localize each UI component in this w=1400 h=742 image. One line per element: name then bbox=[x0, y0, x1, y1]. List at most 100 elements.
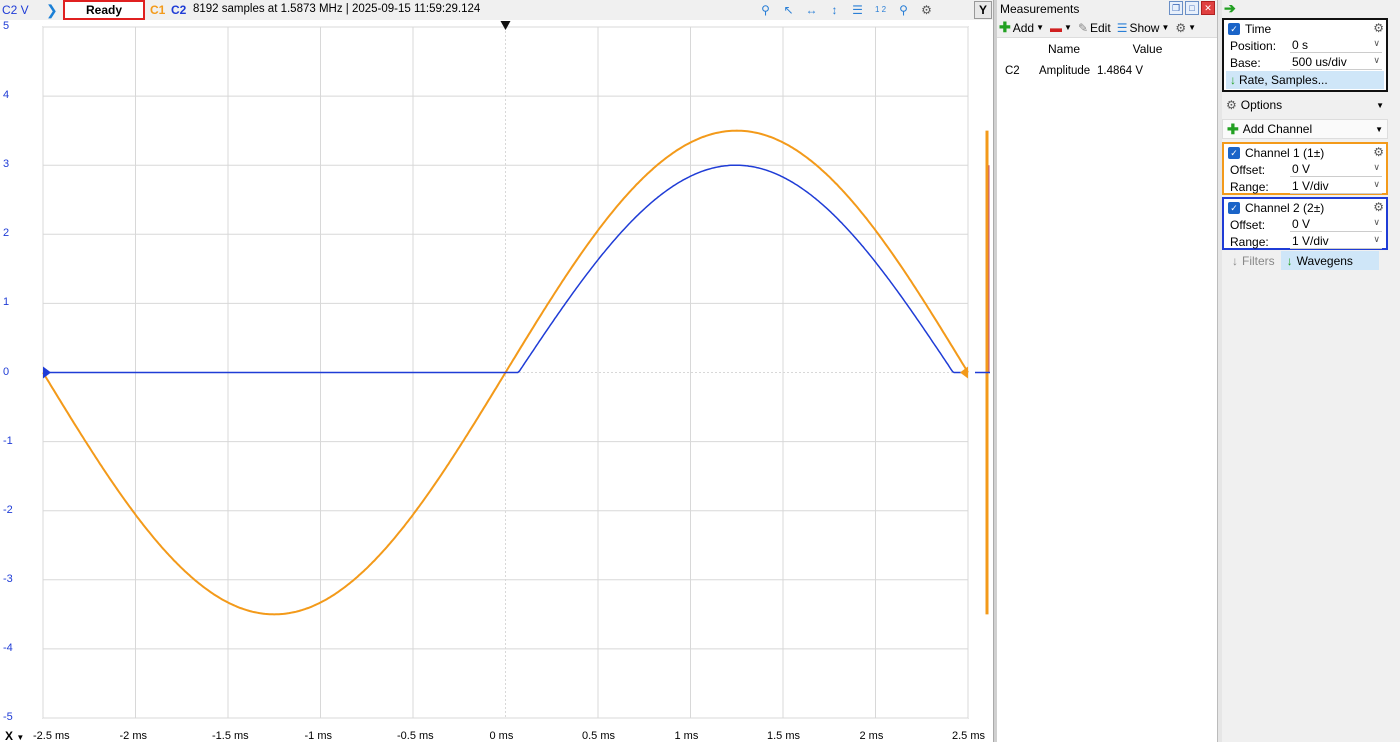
y-tick-label: -2 bbox=[3, 503, 13, 516]
measurement-name: Amplitude bbox=[1039, 65, 1091, 77]
scope-app: C2 V ❯ Ready C1 C2 8192 samples at 1.587… bbox=[0, 0, 1400, 742]
channel-1-toggle[interactable]: C1 bbox=[150, 3, 165, 17]
chevron-down-icon: ∨ bbox=[1373, 38, 1380, 48]
channel-1-range-row: Range: 1 V/div ∨ bbox=[1230, 179, 1382, 194]
x-tick-label: 1 ms bbox=[674, 730, 699, 742]
channel-2-offset-field[interactable]: 0 V ∨ bbox=[1290, 217, 1382, 232]
x-tick-label: 2 ms bbox=[859, 730, 884, 742]
time-header[interactable]: ✓ Time ⚙ bbox=[1224, 20, 1386, 37]
gear-icon[interactable]: ⚙ bbox=[1373, 145, 1384, 159]
measurement-channel: C2 bbox=[1005, 65, 1020, 77]
y-tick-label: -5 bbox=[3, 711, 13, 723]
waveform-plot[interactable] bbox=[0, 20, 993, 742]
time-group: ✓ Time ⚙ Position: 0 s ∨ Base: 500 us/div ∨ ↓ R… bbox=[1222, 18, 1388, 92]
horizontal-cursor-icon[interactable]: ↔ bbox=[802, 1, 821, 19]
y-tick-label: 1 bbox=[3, 296, 10, 309]
x-tick-label: -2.5 ms bbox=[33, 730, 70, 742]
plus-icon: ✚ bbox=[999, 19, 1011, 35]
column-header-name: Name bbox=[1047, 42, 1080, 56]
channel-1-header[interactable]: ✓ Channel 1 (1±) ⚙ bbox=[1224, 144, 1386, 161]
x-tick-label: -1 ms bbox=[304, 730, 333, 742]
vertical-cursor-icon[interactable]: ↕ bbox=[825, 1, 844, 19]
measurement-value: 1.4864 V bbox=[1097, 65, 1144, 77]
channel-1-offset-row: Offset: 0 V ∨ bbox=[1230, 162, 1382, 177]
minus-icon: ▬ bbox=[1050, 20, 1063, 35]
channel-2-toggle[interactable]: C2 bbox=[171, 3, 186, 17]
rate-samples-button[interactable]: ↓ Rate, Samples... bbox=[1226, 71, 1384, 89]
options-button[interactable]: ⚙ Options ▼ bbox=[1222, 95, 1388, 115]
run-arrow-icon[interactable]: ❯ bbox=[46, 2, 58, 18]
plus-icon: ✚ bbox=[1227, 120, 1239, 137]
measurements-panel: Measurements ❐ □ ✕ ✚ Add ▼ ▬ ▼ ✎ Edit ☰ Show ▼… bbox=[997, 0, 1218, 742]
show-measurement-button[interactable]: ☰ Show ▼ bbox=[1117, 21, 1170, 35]
settings-gear-icon[interactable]: ⚙ bbox=[917, 1, 936, 19]
acquisition-info: 8192 samples at 1.5873 MHz | 2025-09-15 … bbox=[193, 3, 481, 15]
numbering-icon[interactable]: 1 2 bbox=[871, 1, 890, 19]
time-base-row: Base: 500 us/div ∨ bbox=[1230, 55, 1382, 70]
x-tick-label: 0 ms bbox=[489, 730, 514, 742]
y-tick-label: 0 bbox=[3, 365, 10, 378]
time-position-field[interactable]: 0 s ∨ bbox=[1290, 38, 1382, 53]
close-icon[interactable]: ✕ bbox=[1201, 1, 1215, 15]
x-tick-label: -2 ms bbox=[119, 730, 148, 742]
column-header-value: Value bbox=[1132, 42, 1163, 56]
y-axis-channel-label[interactable]: C2 V bbox=[2, 3, 29, 17]
remove-measurement-button[interactable]: ▬ ▼ bbox=[1050, 21, 1072, 35]
chevron-down-icon: ∨ bbox=[1373, 234, 1380, 244]
table-row[interactable]: C2 Amplitude 1.4864 V bbox=[997, 60, 1202, 82]
bottom-tabs: ↓ Filters ↓ Wavegens bbox=[1226, 251, 1379, 270]
list-icon[interactable]: ☰ bbox=[848, 1, 867, 19]
plot-area[interactable]: 5 4 3 2 1 0 -1 -2 -3 -4 -5 -2.5 ms -2 ms -1.5 ms -1 m… bbox=[0, 20, 993, 742]
x-tick-label: -1.5 ms bbox=[212, 730, 249, 742]
measurements-title: Measurements bbox=[1000, 2, 1080, 16]
gear-icon[interactable]: ⚙ bbox=[1373, 200, 1384, 214]
add-measurement-button[interactable]: ✚ Add ▼ bbox=[999, 19, 1044, 36]
show-icon: ☰ bbox=[1116, 20, 1128, 35]
acquisition-status: Ready bbox=[63, 0, 145, 20]
time-position-row: Position: 0 s ∨ bbox=[1230, 38, 1382, 53]
channel-2-range-field[interactable]: 1 V/div ∨ bbox=[1290, 234, 1382, 249]
zoom-out-icon[interactable]: ⚲ bbox=[894, 1, 913, 19]
channel-2-header[interactable]: ✓ Channel 2 (2±) ⚙ bbox=[1224, 199, 1386, 216]
edit-measurement-button[interactable]: ✎ Edit bbox=[1078, 21, 1111, 35]
measurements-toolbar: ✚ Add ▼ ▬ ▼ ✎ Edit ☰ Show ▼ ⚙ ▼ bbox=[997, 18, 1217, 38]
tab-wavegens[interactable]: ↓ Wavegens bbox=[1280, 251, 1379, 270]
collapse-arrow-icon[interactable]: ➔ bbox=[1224, 0, 1236, 17]
chevron-down-icon: ∨ bbox=[1373, 55, 1380, 65]
x-tick-label: 0.5 ms bbox=[582, 730, 616, 742]
edit-icon: ✎ bbox=[1077, 20, 1088, 35]
channel-2-range-row: Range: 1 V/div ∨ bbox=[1230, 234, 1382, 249]
gear-icon: ⚙ bbox=[1226, 98, 1237, 112]
x-tick-label: 2.5 ms bbox=[952, 730, 986, 742]
time-checkbox[interactable]: ✓ bbox=[1228, 22, 1240, 35]
chevron-down-icon: ∨ bbox=[1373, 179, 1380, 189]
y-axis-button[interactable]: Y bbox=[974, 1, 992, 19]
x-axis-button[interactable]: X ▼ bbox=[5, 729, 24, 742]
gear-icon[interactable]: ⚙ bbox=[1373, 21, 1384, 35]
y-tick-label: 5 bbox=[3, 20, 10, 32]
y-tick-label: -4 bbox=[3, 641, 13, 654]
maximize-icon[interactable]: □ bbox=[1185, 1, 1199, 15]
x-tick-label: 1.5 ms bbox=[767, 730, 801, 742]
channel-1-checkbox[interactable]: ✓ bbox=[1228, 146, 1240, 159]
measurements-title-bar: Measurements ❐ □ ✕ bbox=[997, 0, 1217, 18]
restore-icon[interactable]: ❐ bbox=[1169, 1, 1183, 15]
chevron-down-icon: ∨ bbox=[1373, 217, 1380, 227]
channel-2-group: ✓ Channel 2 (2±) ⚙ Offset: 0 V ∨ Range: 1 V/d… bbox=[1222, 197, 1388, 250]
y-tick-label: -1 bbox=[3, 434, 13, 447]
channel-1-offset-field[interactable]: 0 V ∨ bbox=[1290, 162, 1382, 177]
cursor-icon[interactable]: ↖ bbox=[779, 1, 798, 19]
gear-icon: ⚙ bbox=[1175, 20, 1187, 35]
plot-tools: ⚲ ↖ ↔ ↕ ☰ 1 2 ⚲ ⚙ bbox=[756, 1, 936, 19]
channel-2-checkbox[interactable]: ✓ bbox=[1228, 201, 1240, 214]
x-tick-label: -0.5 ms bbox=[397, 730, 434, 742]
down-arrow-icon: ↓ bbox=[1232, 253, 1238, 268]
down-arrow-icon: ↓ bbox=[1286, 253, 1293, 268]
zoom-icon[interactable]: ⚲ bbox=[756, 1, 775, 19]
measurements-settings-button[interactable]: ⚙ ▼ bbox=[1175, 21, 1196, 35]
tab-filters[interactable]: ↓ Filters bbox=[1226, 251, 1281, 270]
time-base-field[interactable]: 500 us/div ∨ bbox=[1290, 55, 1382, 70]
down-arrow-icon: ↓ bbox=[1230, 73, 1236, 87]
channel-1-range-field[interactable]: 1 V/div ∨ bbox=[1290, 179, 1382, 194]
add-channel-button[interactable]: ✚ Add Channel ▼ bbox=[1222, 119, 1388, 139]
